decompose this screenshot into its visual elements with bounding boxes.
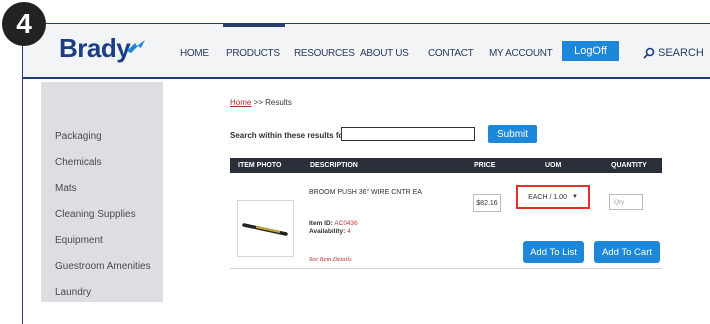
column-header-uom: UOM <box>545 162 562 169</box>
item-id-line: Item ID: AC0436 <box>309 220 358 227</box>
item-price: $82.16 <box>473 194 501 212</box>
row-divider <box>230 268 662 269</box>
availability-value: 4 <box>347 228 351 235</box>
sidebar-item-chemicals[interactable]: Chemicals <box>55 157 102 168</box>
logoff-button[interactable]: LogOff <box>562 41 619 61</box>
search-within-label: Search within these results for: <box>230 131 350 140</box>
item-id-value: AC0436 <box>334 220 358 227</box>
see-item-details-link[interactable]: See Item Details <box>309 256 352 263</box>
column-header-price: PRICE <box>474 162 496 169</box>
nav-about-us[interactable]: ABOUT US <box>360 48 409 59</box>
uom-dropdown[interactable]: EACH / 1.00 ▼ <box>516 185 590 209</box>
nav-active-indicator <box>223 24 285 27</box>
sidebar-item-equipment[interactable]: Equipment <box>55 235 103 246</box>
quantity-input[interactable]: Qty <box>609 194 643 210</box>
item-description: BROOM PUSH 36" WIRE CNTR EA <box>309 189 422 196</box>
results-table-header: ITEM PHOTO DESCRIPTION PRICE UOM QUANTIT… <box>230 158 662 173</box>
top-navigation-bar: Brady HOME PRODUCTS RESOURCES ABOUT US C… <box>23 24 710 79</box>
nav-contact[interactable]: CONTACT <box>428 48 474 59</box>
search-nav-link[interactable]: SEARCH <box>643 47 704 59</box>
sidebar-item-cleaning-supplies[interactable]: Cleaning Supplies <box>55 209 136 220</box>
availability-label: Availability: <box>309 228 346 235</box>
brady-logo[interactable]: Brady <box>59 33 131 64</box>
nav-products[interactable]: PRODUCTS <box>226 48 280 59</box>
sidebar-item-packaging[interactable]: Packaging <box>55 131 102 142</box>
availability-line: Availability: 4 <box>309 228 351 235</box>
breadcrumb-current: Results <box>265 98 292 107</box>
chevron-down-icon: ▼ <box>571 194 578 200</box>
uom-selected-value: EACH / 1.00 <box>528 193 567 201</box>
sidebar-item-laundry[interactable]: Laundry <box>55 287 91 298</box>
search-icon <box>643 47 655 59</box>
item-id-label: Item ID: <box>309 220 333 227</box>
nav-resources[interactable]: RESOURCES <box>294 48 355 59</box>
breadcrumb-separator: >> <box>253 98 263 107</box>
search-within-input[interactable] <box>341 127 475 141</box>
breadcrumb-home-link[interactable]: Home <box>230 98 251 107</box>
nav-home[interactable]: HOME <box>180 48 209 59</box>
broom-image <box>242 223 288 236</box>
column-header-quantity: QUANTITY <box>611 162 647 169</box>
nav-my-account[interactable]: MY ACCOUNT <box>489 48 553 59</box>
column-header-description: DESCRIPTION <box>310 162 358 169</box>
search-nav-label: SEARCH <box>658 47 704 59</box>
add-to-list-button[interactable]: Add To List <box>523 241 584 263</box>
sidebar-item-mats[interactable]: Mats <box>55 183 77 194</box>
breadcrumb: Home >> Results <box>230 98 292 107</box>
add-to-cart-button[interactable]: Add To Cart <box>594 241 660 263</box>
step-number-badge: 4 <box>2 2 46 46</box>
column-header-item-photo: ITEM PHOTO <box>238 162 282 169</box>
item-photo[interactable] <box>237 200 294 257</box>
submit-button[interactable]: Submit <box>488 125 537 143</box>
brady-logo-icon <box>127 40 145 53</box>
sidebar-item-guestroom-amenities[interactable]: Guestroom Amenities <box>55 261 151 272</box>
category-sidebar: Packaging Chemicals Mats Cleaning Suppli… <box>41 82 163 302</box>
